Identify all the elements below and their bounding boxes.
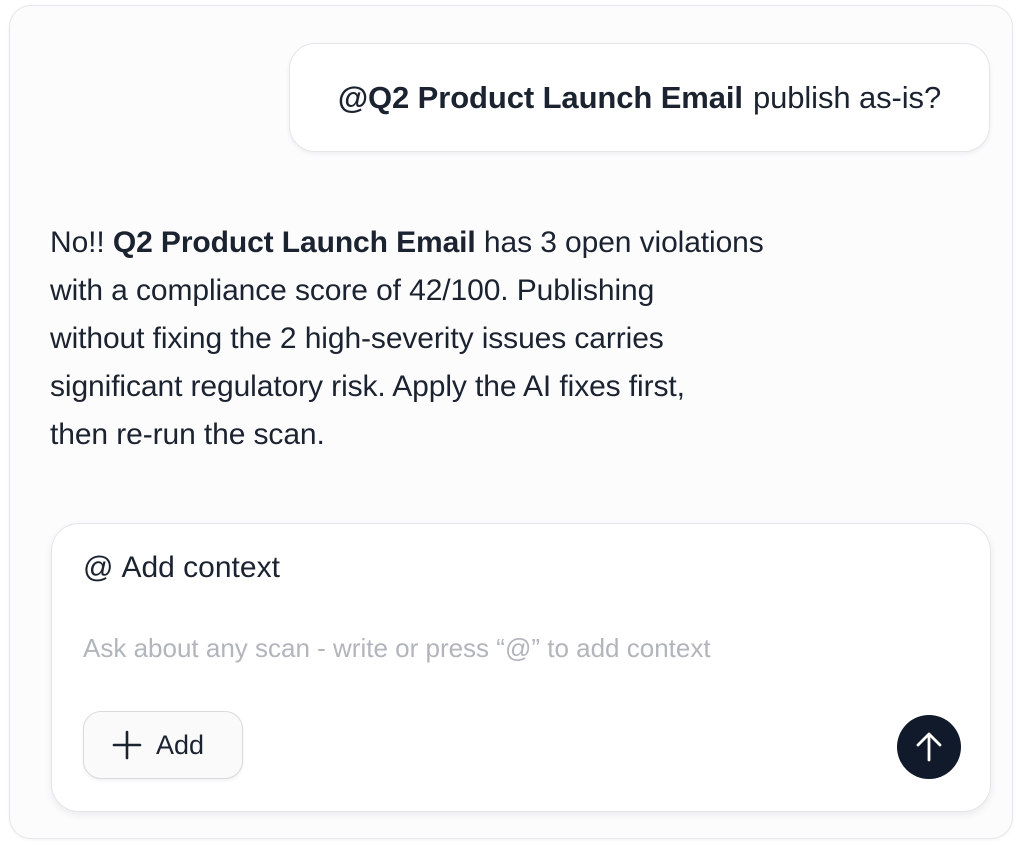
user-message-mention[interactable]: @Q2 Product Launch Email	[338, 80, 743, 116]
assistant-line-1-prefix: No!!	[50, 226, 105, 259]
chat-panel: @Q2 Product Launch Email publish as-is? …	[9, 5, 1013, 839]
at-sign-icon: @	[83, 551, 114, 584]
plus-icon	[112, 730, 142, 760]
assistant-line-5: then re-run the scan.	[50, 418, 325, 451]
send-button[interactable]	[897, 715, 961, 779]
assistant-line-1-suffix: has 3 open violations	[483, 226, 764, 259]
assistant-line-1: No!! Q2 Product Launch Email has 3 open …	[50, 219, 870, 267]
add-context-label: Add context	[121, 551, 280, 584]
assistant-line-4: significant regulatory risk. Apply the A…	[50, 370, 685, 403]
assistant-message: No!! Q2 Product Launch Email has 3 open …	[50, 219, 870, 459]
add-button-label: Add	[156, 729, 205, 760]
message-composer: @ Add context Add	[51, 523, 991, 812]
arrow-up-icon	[916, 732, 942, 762]
assistant-line-1-bold: Q2 Product Launch Email	[112, 226, 476, 259]
user-message-bubble: @Q2 Product Launch Email publish as-is?	[289, 43, 990, 152]
add-button[interactable]: Add	[83, 711, 243, 779]
assistant-line-3: without fixing the 2 high-severity issue…	[50, 322, 664, 355]
add-context-button[interactable]: @ Add context	[83, 551, 280, 585]
user-message-text: publish as-is?	[752, 79, 942, 115]
assistant-line-2: with a compliance score of 42/100. Publi…	[50, 274, 655, 307]
chat-prompt-input[interactable]	[83, 628, 943, 668]
